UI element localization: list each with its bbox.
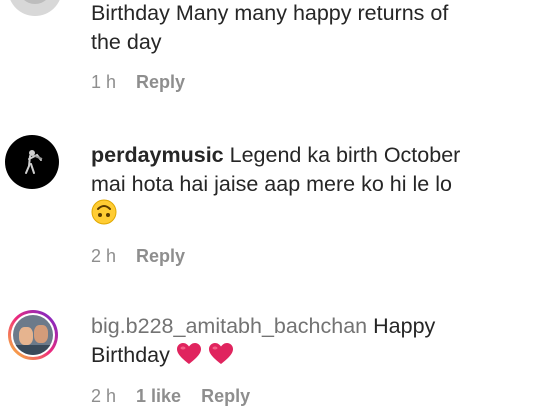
comment-meta: 2 h Reply (91, 246, 185, 267)
avatar-photo (13, 315, 53, 355)
comment-line-1: perdaymusic Legend ka birth October (91, 141, 521, 170)
red-heart-icon (208, 343, 233, 364)
comment-time: 2 h (91, 246, 117, 266)
guitarist-silhouette-icon (25, 150, 43, 174)
avatar[interactable] (8, 0, 62, 16)
comment-text: big.b228_amitabh_bachchan Happy Birthday (91, 312, 521, 370)
upside-down-face-icon (91, 199, 117, 225)
comment-meta: 1 h Reply (91, 72, 185, 93)
comment-line-1: big.b228_amitabh_bachchan Happy (91, 312, 521, 341)
comment-username[interactable]: perdaymusic (91, 143, 224, 167)
avatar-big-b228[interactable] (8, 310, 58, 360)
comment-line-1: Birthday Many many happy returns of (91, 1, 449, 25)
comment-line-3 (91, 199, 521, 228)
comment-text: Birthday Many many happy returns of the … (91, 0, 521, 57)
comment-username[interactable]: big.b228_amitabh_bachchan (91, 314, 367, 338)
comment-body-line2: Birthday (91, 343, 170, 367)
avatar-inner (18, 0, 52, 4)
comment-body: Happy (373, 314, 436, 338)
comment-text: perdaymusic Legend ka birth October mai … (91, 141, 521, 228)
comment-body: Legend ka birth October (229, 143, 461, 167)
comment-line-2: Birthday (91, 341, 521, 370)
comment-line-2: the day (91, 30, 162, 54)
reply-button[interactable]: Reply (136, 72, 185, 93)
reply-button[interactable]: Reply (136, 246, 185, 267)
comment-line-2: mai hota hai jaise aap mere ko hi le lo (91, 172, 452, 196)
red-heart-icon (176, 343, 201, 364)
avatar-perdaymusic[interactable] (5, 135, 59, 189)
comment-time: 1 h (91, 72, 117, 92)
